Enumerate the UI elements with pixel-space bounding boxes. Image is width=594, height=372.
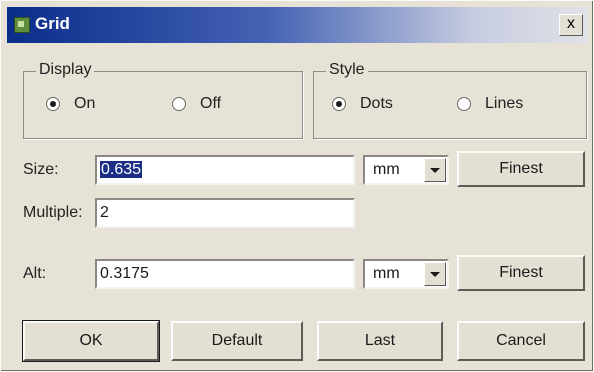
style-dots-label: Dots <box>360 95 393 112</box>
last-button[interactable]: Last <box>317 321 443 361</box>
display-on-radio[interactable]: On <box>46 95 95 113</box>
style-lines-label: Lines <box>485 95 524 112</box>
size-finest-button[interactable]: Finest <box>457 151 585 187</box>
size-unit-value: mm <box>373 161 400 178</box>
alt-label: Alt: <box>23 265 47 282</box>
size-input[interactable]: 0.635 <box>95 155 355 185</box>
size-unit-select[interactable]: mm <box>363 155 449 185</box>
window-title: Grid <box>35 14 70 33</box>
ok-label: OK <box>79 332 103 349</box>
size-value: 0.635 <box>100 161 143 178</box>
grid-app-icon <box>14 17 30 33</box>
display-off-radio[interactable]: Off <box>172 95 221 113</box>
default-button[interactable]: Default <box>171 321 303 361</box>
alt-unit-value: mm <box>373 265 400 282</box>
close-button[interactable]: x <box>559 14 583 36</box>
size-label: Size: <box>23 161 59 178</box>
ok-button[interactable]: OK <box>22 320 160 362</box>
alt-finest-label: Finest <box>499 264 543 281</box>
multiple-label: Multiple: <box>23 204 83 221</box>
multiple-value: 2 <box>100 204 109 221</box>
style-group-title: Style <box>326 61 368 79</box>
style-lines-radio[interactable]: Lines <box>457 95 523 113</box>
default-label: Default <box>211 332 263 349</box>
alt-finest-button[interactable]: Finest <box>457 255 585 291</box>
grid-dialog: Grid x Display On Off Style Dots Lines S… <box>0 0 594 372</box>
radio-indicator-lines[interactable] <box>457 97 471 111</box>
alt-unit-select[interactable]: mm <box>363 259 449 289</box>
alt-input[interactable]: 0.3175 <box>95 259 355 289</box>
style-dots-radio[interactable]: Dots <box>332 95 393 113</box>
alt-value: 0.3175 <box>100 265 149 282</box>
display-on-label: On <box>74 95 96 112</box>
multiple-input[interactable]: 2 <box>95 198 355 228</box>
chevron-down-icon[interactable] <box>424 158 446 182</box>
style-group: Style Dots Lines <box>313 61 587 139</box>
cancel-label: Cancel <box>496 332 546 349</box>
chevron-down-icon[interactable] <box>424 262 446 286</box>
title-bar[interactable]: Grid x <box>7 7 589 43</box>
display-group: Display On Off <box>23 61 303 139</box>
radio-indicator-off[interactable] <box>172 97 186 111</box>
cancel-button[interactable]: Cancel <box>457 321 585 361</box>
display-off-label: Off <box>200 95 222 112</box>
radio-indicator-on[interactable] <box>46 97 60 111</box>
last-label: Last <box>364 332 396 349</box>
display-group-title: Display <box>36 61 95 79</box>
size-finest-label: Finest <box>499 160 543 177</box>
radio-indicator-dots[interactable] <box>332 97 346 111</box>
